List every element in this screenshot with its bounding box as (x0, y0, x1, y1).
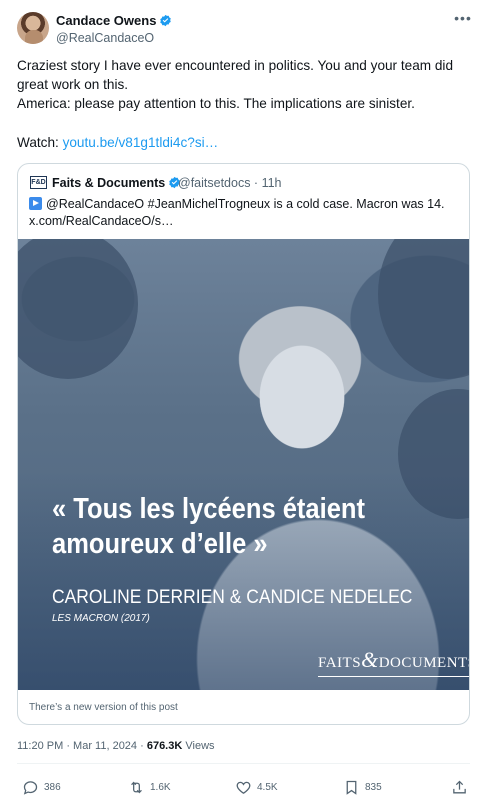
quote-text-line: @RealCandaceO #JeanMichelTrogneux is a c… (46, 197, 445, 211)
author-name-text[interactable]: Candace Owens (56, 13, 156, 28)
repost-icon (131, 781, 142, 793)
quote-author-name[interactable]: Faits & Documents (52, 175, 181, 191)
reply-button[interactable]: 386 (22, 779, 61, 795)
post-time[interactable]: 11:20 PM · Mar 11, 2024 · (17, 740, 147, 752)
bookmark-button[interactable]: 835 (343, 779, 382, 795)
quote-time[interactable]: 11h (262, 176, 282, 190)
watch-line: Watch: youtu.be/v81g1tldi4c?si… (17, 133, 218, 152)
quote-text-link: x.com/RealCandaceO/s… (29, 214, 174, 228)
image-authors: CAROLINE DERRIEN & CANDICE NEDELEC (52, 587, 413, 608)
share-icon (453, 780, 466, 793)
verified-badge-icon (160, 14, 172, 27)
tweet: Candace Owens @RealCandaceO ••• Craziest… (0, 0, 487, 805)
quote-handle-text[interactable]: @faitsetdocs (178, 176, 250, 190)
image-quote-line: « Tous les lycéens étaient (52, 493, 366, 525)
video-link[interactable]: youtu.be/v81g1tldi4c?si… (63, 135, 219, 150)
reply-count: 386 (44, 781, 61, 793)
play-button-icon (29, 197, 42, 210)
image-brand-logo: FAITS&DOCUMENTS (318, 647, 469, 677)
bookmark-icon (346, 780, 357, 795)
quote-avatar[interactable]: F&D (30, 176, 47, 189)
bookmark-count: 835 (365, 781, 382, 793)
brand-left: FAITS (318, 655, 362, 671)
quote-image[interactable]: « Tous les lycéens étaient amoureux d’el… (18, 239, 469, 690)
watch-label: Watch: (17, 135, 59, 150)
quote-text: @RealCandaceO #JeanMichelTrogneux is a c… (29, 196, 459, 230)
quote-author-name-text[interactable]: Faits & Documents (52, 176, 165, 190)
brand-right: DOCUMENTS (378, 655, 469, 671)
like-button[interactable]: 4.5K (235, 779, 278, 795)
repost-count: 1.6K (150, 781, 171, 793)
quote-author-handle[interactable]: @faitsetdocs · 11h (178, 175, 282, 191)
new-version-note[interactable]: There’s a new version of this post (29, 702, 178, 713)
divider (17, 763, 470, 764)
image-quote-line: amoureux d’elle » (52, 528, 268, 560)
image-source: LES MACRON (2017) (52, 613, 150, 624)
more-options-button[interactable]: ••• (452, 10, 474, 28)
heart-icon (236, 781, 251, 794)
reply-icon (23, 780, 38, 795)
share-button[interactable] (451, 779, 473, 795)
views-count: 676.3K (146, 740, 183, 752)
repost-button[interactable]: 1.6K (128, 779, 171, 795)
tweet-text-line: Craziest story I have ever encountered i… (17, 58, 457, 92)
tweet-text: Craziest story I have ever encountered i… (17, 56, 472, 113)
author-name[interactable]: Candace Owens (56, 13, 172, 29)
avatar[interactable] (17, 12, 49, 44)
quoted-post[interactable]: F&D Faits & Documents @faitsetdocs · 11h… (17, 163, 470, 725)
brand-amp: & (361, 647, 379, 672)
tweet-text-line: America: please pay attention to this. T… (17, 96, 415, 111)
like-count: 4.5K (257, 781, 278, 793)
views-label: Views (182, 740, 215, 752)
more-dots-icon: ••• (454, 10, 472, 26)
post-meta: 11:20 PM · Mar 11, 2024 · 676.3K Views (17, 739, 215, 753)
author-handle[interactable]: @RealCandaceO (56, 30, 154, 46)
